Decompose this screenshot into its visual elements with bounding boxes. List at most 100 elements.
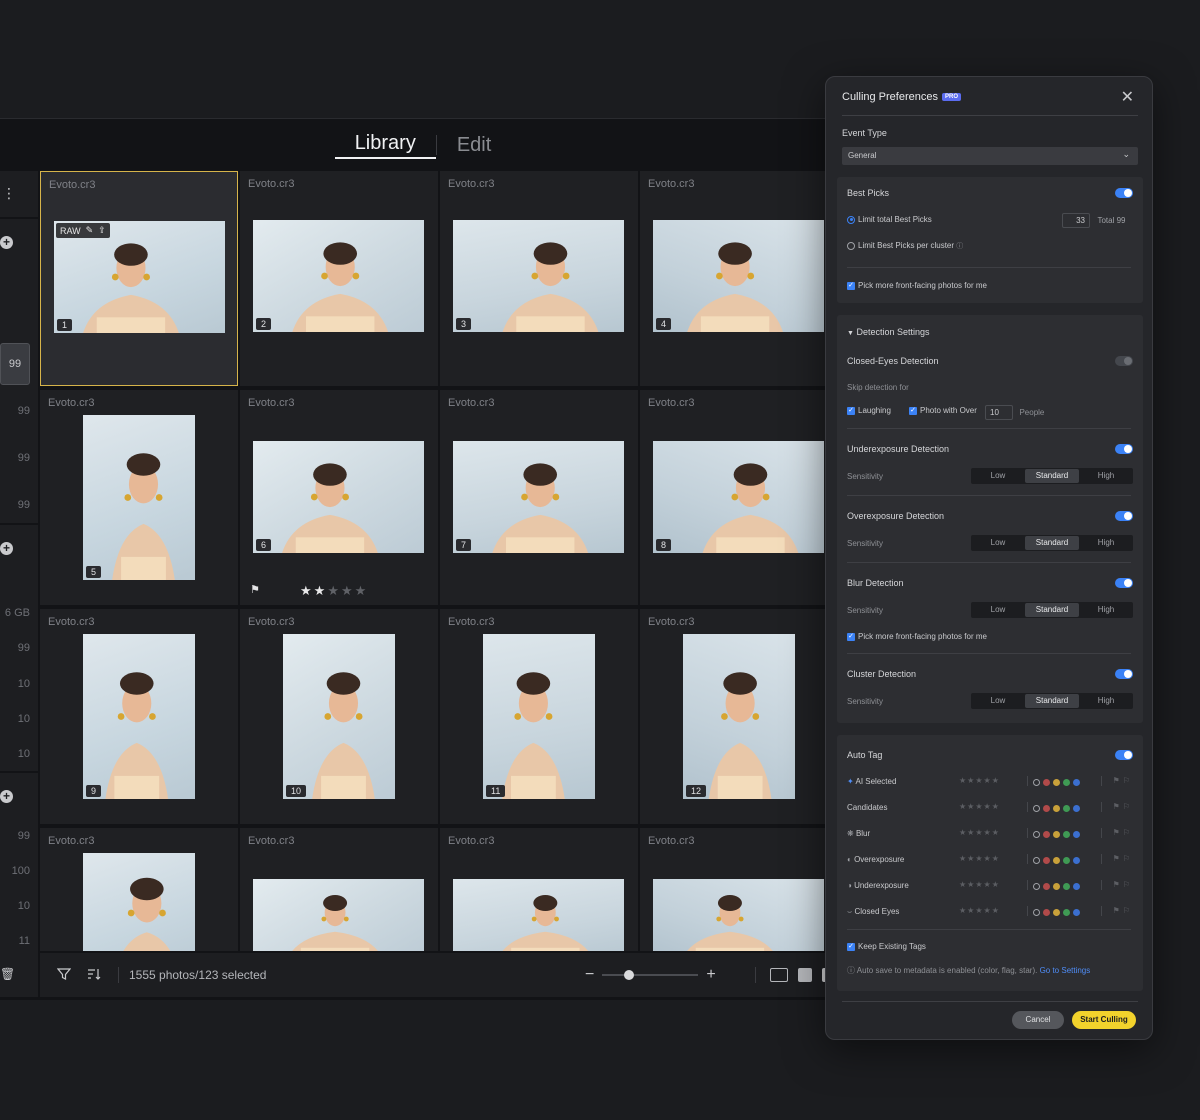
photo-cell[interactable]: Evoto.cr3 RAW ✎ ⇪ 1 <box>40 171 238 386</box>
color-dot[interactable] <box>1053 805 1060 812</box>
color-dot[interactable] <box>1043 883 1050 890</box>
photo-cell[interactable]: Evoto.cr3 <box>640 828 838 951</box>
tab-edit[interactable]: Edit <box>437 134 511 157</box>
sensitivity-high[interactable]: High <box>1079 602 1133 618</box>
color-dot[interactable] <box>1053 909 1060 916</box>
color-dot[interactable] <box>1063 805 1070 812</box>
photo-cell[interactable]: Evoto.cr3 12 <box>640 609 838 824</box>
star-icon[interactable]: ★ <box>300 583 314 598</box>
info-icon[interactable]: ⓘ <box>956 243 963 250</box>
photo-cell[interactable]: Evoto.cr3 <box>440 828 638 951</box>
color-dot[interactable] <box>1043 857 1050 864</box>
zoom-slider-knob[interactable] <box>624 970 635 980</box>
sort-icon[interactable] <box>80 967 108 984</box>
tag-flag-icon[interactable]: ⚑⚐ <box>1113 802 1133 811</box>
photo-cell[interactable]: Evoto.cr3 <box>240 828 438 951</box>
start-culling-button[interactable]: Start Culling <box>1072 1011 1136 1029</box>
add-icon[interactable]: + <box>0 790 13 803</box>
go-to-settings-link[interactable]: Go to Settings <box>1040 966 1091 975</box>
detection-settings-header[interactable]: ▼ Detection Settings <box>847 327 930 337</box>
color-dot[interactable] <box>1053 883 1060 890</box>
tag-flag-icon[interactable]: ⚑⚐ <box>1113 854 1133 863</box>
tag-star-rating[interactable]: ★★★★★ <box>959 854 1000 863</box>
blur-toggle[interactable] <box>1115 578 1133 588</box>
sensitivity-high[interactable]: High <box>1079 468 1133 484</box>
photo-over-checkbox[interactable]: ✓ Photo with Over <box>909 406 977 415</box>
no-color-dot[interactable] <box>1033 883 1040 890</box>
single-view-icon[interactable] <box>798 968 812 982</box>
photo-cell[interactable]: Evoto.cr3 9 <box>40 609 238 824</box>
color-dot[interactable] <box>1043 831 1050 838</box>
color-dot[interactable] <box>1073 779 1080 786</box>
tag-star-rating[interactable]: ★★★★★ <box>959 906 1000 915</box>
filter-icon[interactable] <box>50 967 78 984</box>
sensitivity-low[interactable]: Low <box>971 602 1025 618</box>
no-color-dot[interactable] <box>1033 779 1040 786</box>
compare-view-icon[interactable] <box>770 968 788 982</box>
people-count-input[interactable]: 10 <box>985 405 1013 420</box>
no-color-dot[interactable] <box>1033 805 1040 812</box>
photo-cell[interactable]: Evoto.cr3 6 ⚑ ★★★★★ <box>240 390 438 605</box>
color-dot[interactable] <box>1043 805 1050 812</box>
color-dot[interactable] <box>1063 883 1070 890</box>
color-dot[interactable] <box>1063 857 1070 864</box>
auto-tag-toggle[interactable] <box>1115 750 1133 760</box>
limit-total-option[interactable]: Limit total Best Picks <box>847 215 932 224</box>
sensitivity-low[interactable]: Low <box>971 693 1025 709</box>
color-dot[interactable] <box>1073 805 1080 812</box>
photo-cell[interactable]: Evoto.cr3 7 <box>440 390 638 605</box>
add-icon[interactable]: + <box>0 542 13 555</box>
sidebar-count-selected[interactable]: 99 <box>0 343 30 385</box>
sensitivity-high[interactable]: High <box>1079 693 1133 709</box>
star-rating[interactable]: ★★★★★ <box>300 583 368 599</box>
zoom-out-icon[interactable]: − <box>585 966 594 984</box>
color-dot[interactable] <box>1063 779 1070 786</box>
color-dot[interactable] <box>1073 857 1080 864</box>
tag-star-rating[interactable]: ★★★★★ <box>959 828 1000 837</box>
trash-icon[interactable]: 🗑 <box>0 967 15 981</box>
tag-flag-icon[interactable]: ⚑⚐ <box>1113 880 1133 889</box>
star-icon[interactable]: ★ <box>327 583 341 598</box>
laughing-checkbox[interactable]: ✓ Laughing <box>847 406 891 415</box>
zoom-slider[interactable] <box>602 970 699 980</box>
sensitivity-standard[interactable]: Standard <box>1025 603 1079 617</box>
close-icon[interactable]: ✕ <box>1121 87 1134 107</box>
star-icon[interactable]: ★ <box>341 583 355 598</box>
color-dot[interactable] <box>1053 779 1060 786</box>
flag-icon[interactable]: ⚑ <box>250 583 260 596</box>
more-vertical-icon[interactable]: ⋮ <box>2 185 16 202</box>
keep-existing-checkbox[interactable]: ✓ Keep Existing Tags <box>847 942 926 951</box>
photo-cell[interactable]: Evoto.cr3 11 <box>440 609 638 824</box>
limit-total-input[interactable]: 33 <box>1062 213 1090 228</box>
color-dot[interactable] <box>1053 857 1060 864</box>
star-icon[interactable]: ★ <box>355 583 369 598</box>
best-picks-toggle[interactable] <box>1115 188 1133 198</box>
closed-eyes-toggle[interactable] <box>1115 356 1133 366</box>
edit-pencil-icon[interactable]: ✎ <box>86 225 94 236</box>
photo-cell[interactable]: Evoto.cr3 3 <box>440 171 638 386</box>
front-facing-checkbox[interactable]: ✓ Pick more front-facing photos for me <box>847 281 987 290</box>
underexposure-toggle[interactable] <box>1115 444 1133 454</box>
color-dot[interactable] <box>1043 909 1050 916</box>
color-dot[interactable] <box>1063 831 1070 838</box>
photo-cell[interactable]: Evoto.cr3 8 <box>640 390 838 605</box>
color-dot[interactable] <box>1073 831 1080 838</box>
add-icon[interactable]: + <box>0 236 13 249</box>
sensitivity-low[interactable]: Low <box>971 468 1025 484</box>
sensitivity-standard[interactable]: Standard <box>1025 694 1079 708</box>
sensitivity-high[interactable]: High <box>1079 535 1133 551</box>
tag-star-rating[interactable]: ★★★★★ <box>959 802 1000 811</box>
no-color-dot[interactable] <box>1033 909 1040 916</box>
tag-flag-icon[interactable]: ⚑⚐ <box>1113 776 1133 785</box>
photo-cell[interactable]: Evoto.cr3 10 <box>240 609 438 824</box>
star-icon[interactable]: ★ <box>314 583 328 598</box>
color-dot[interactable] <box>1043 779 1050 786</box>
export-icon[interactable]: ⇪ <box>98 225 106 236</box>
color-dot[interactable] <box>1073 909 1080 916</box>
photo-cell[interactable]: Evoto.cr3 2 <box>240 171 438 386</box>
tag-flag-icon[interactable]: ⚑⚐ <box>1113 906 1133 915</box>
no-color-dot[interactable] <box>1033 857 1040 864</box>
cancel-button[interactable]: Cancel <box>1012 1011 1064 1029</box>
no-color-dot[interactable] <box>1033 831 1040 838</box>
tag-star-rating[interactable]: ★★★★★ <box>959 880 1000 889</box>
